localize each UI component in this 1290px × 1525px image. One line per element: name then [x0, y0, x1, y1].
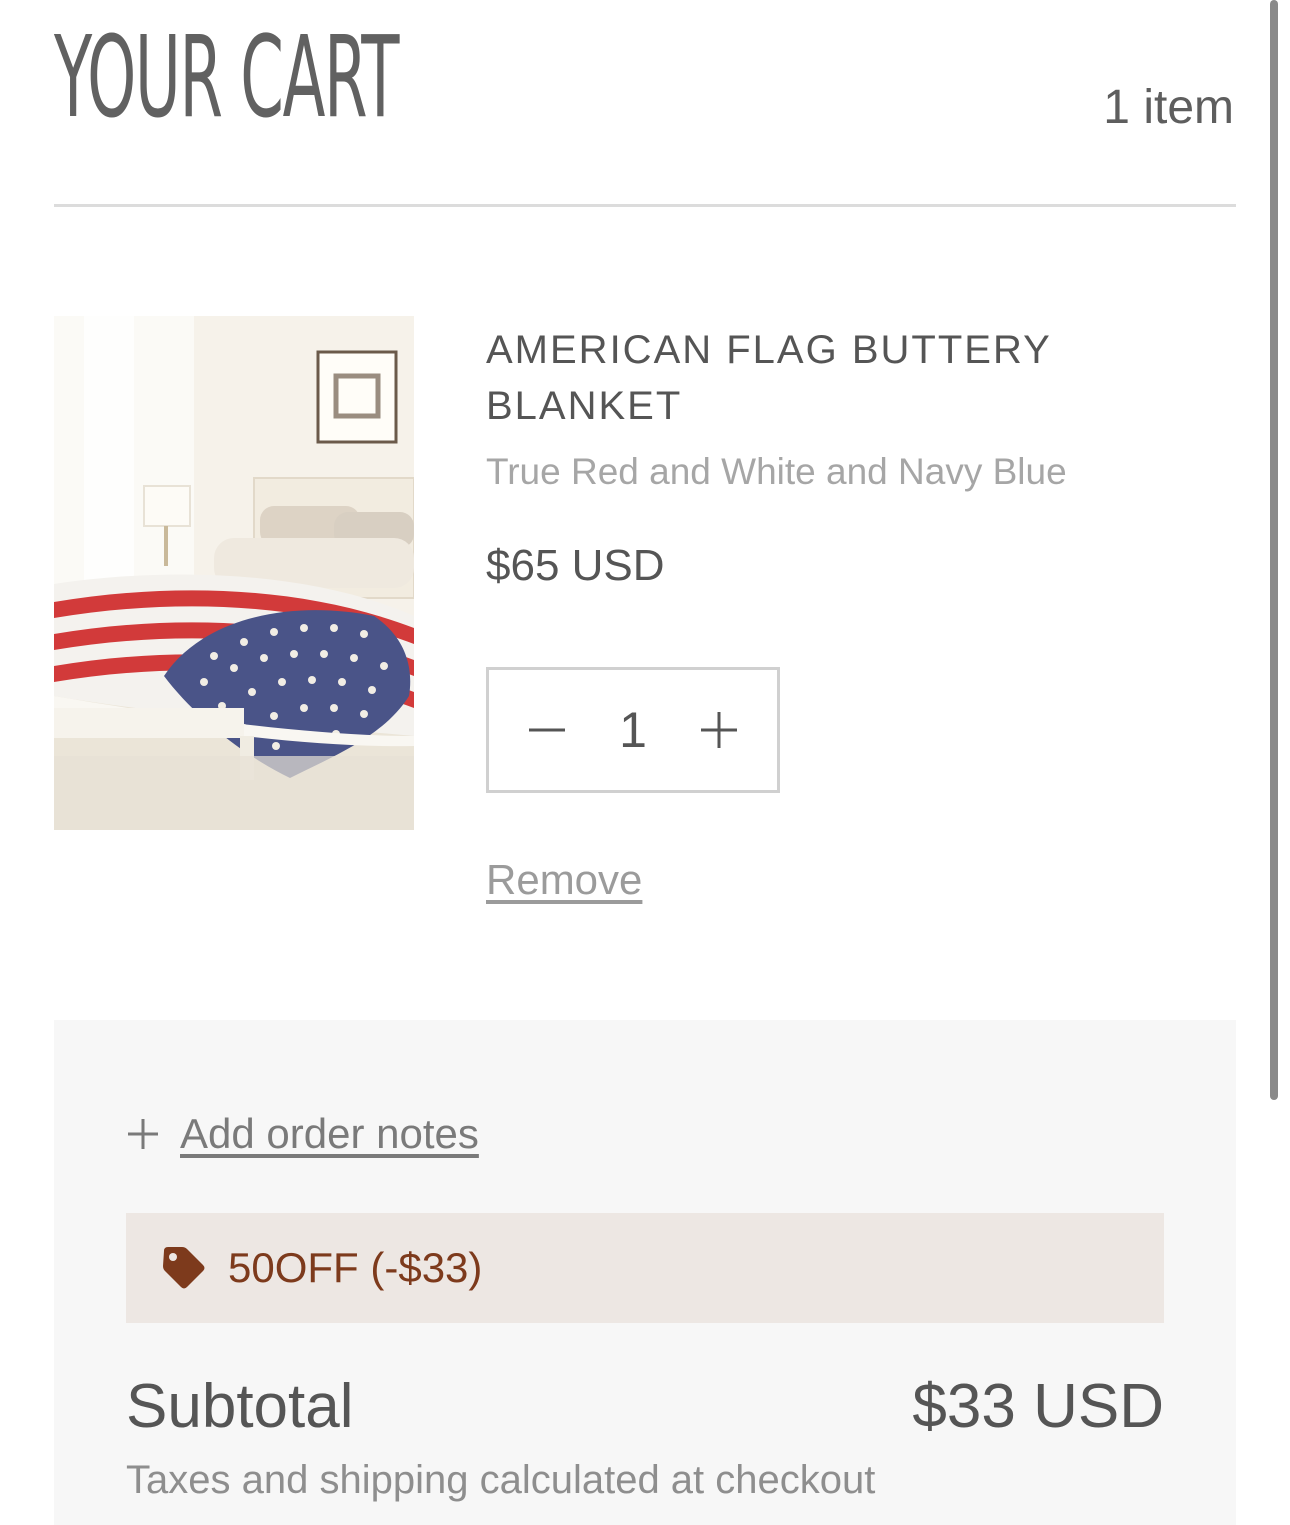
quantity-value[interactable]: 1 [619, 701, 647, 759]
plus-icon [701, 712, 737, 748]
decrease-quantity-button[interactable] [513, 696, 581, 764]
quantity-stepper: 1 [486, 667, 780, 793]
add-order-notes-label[interactable]: Add order notes [180, 1110, 479, 1158]
cart-page: YOUR CART 1 item AMERICAN FLAG BUTTERY B… [0, 0, 1290, 1525]
subtotal-label: Subtotal [126, 1372, 354, 1441]
product-variant: True Red and White and Navy Blue [486, 451, 1067, 492]
divider [54, 204, 1236, 207]
remove-link[interactable]: Remove [486, 856, 642, 904]
discount-badge: 50OFF (-$33) [126, 1213, 1164, 1323]
discount-code: 50OFF (-$33) [228, 1244, 483, 1291]
subtotal-value: $33 USD [912, 1372, 1164, 1441]
add-order-notes-link[interactable]: Add order notes [126, 1110, 479, 1158]
increase-quantity-button[interactable] [685, 696, 753, 764]
minus-icon [529, 728, 565, 732]
cart-title: YOUR CART [54, 13, 399, 143]
product-image[interactable] [54, 316, 414, 830]
product-price: $65 USD [486, 541, 665, 590]
order-summary: Add order notes 50OFF (-$33) Subtotal $3… [54, 1020, 1236, 1525]
tag-icon [163, 1247, 205, 1289]
item-count: 1 item [1103, 81, 1234, 134]
scrollbar[interactable] [1270, 0, 1278, 1100]
plus-icon [126, 1117, 160, 1151]
blanket-photo [54, 316, 414, 830]
product-name[interactable]: AMERICAN FLAG BUTTERY BLANKET [486, 322, 1206, 434]
tax-note: Taxes and shipping calculated at checkou… [126, 1458, 876, 1502]
